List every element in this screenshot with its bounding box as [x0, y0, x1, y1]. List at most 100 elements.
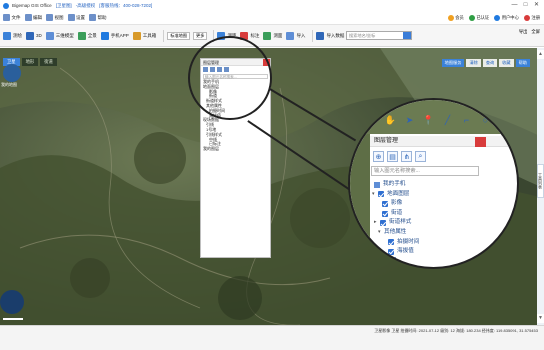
help-button[interactable]: 帮助	[515, 59, 530, 67]
tool-label: 全景	[87, 32, 97, 38]
3d-button[interactable]: 3D	[26, 31, 42, 40]
menu-label: 设置	[76, 14, 85, 20]
mobile-app-button[interactable]: 手机APP	[100, 31, 129, 40]
fullscreen-button[interactable]: 全屏	[531, 29, 540, 35]
tree-icon[interactable]: ⋔	[401, 151, 412, 162]
query-button[interactable]: 查询	[482, 59, 498, 67]
search-input[interactable]: 搜索地名/坐标	[346, 31, 412, 40]
toolbox-button[interactable]: 工具箱	[132, 31, 157, 40]
row-label: 街道样式	[389, 219, 412, 226]
pin-icon[interactable]: 📍	[422, 115, 435, 126]
close-icon[interactable]	[475, 137, 486, 147]
vip-button[interactable]: 会员	[447, 15, 464, 21]
tree-row-altitude[interactable]: 海拔值	[372, 247, 512, 257]
line-icon[interactable]: ╱	[441, 115, 454, 126]
app-edition: -高级授权	[75, 2, 96, 8]
app-logo-icon	[3, 2, 9, 9]
search-icon[interactable]: ⌕	[415, 151, 426, 162]
import-data-button[interactable]: 导入数据	[316, 31, 344, 40]
model-button[interactable]: 三维模型	[45, 31, 74, 40]
tool-list-tab[interactable]: 工具列表	[537, 164, 544, 198]
map-service-button[interactable]: 地图服务	[441, 59, 465, 67]
checkbox-icon[interactable]	[380, 220, 386, 227]
tree-row-imagery[interactable]: 影像	[372, 199, 512, 209]
tree-row-street[interactable]: 街道	[372, 209, 512, 219]
zoom-magnifier: ✋ ➤ 📍 ╱ ⌐ ○ ▢ 图层管理 ⊕ ▤ ⋔ ⌕ 输入图元名称搜索... 我…	[348, 98, 519, 269]
help-icon	[89, 14, 96, 21]
draw-toolbar: ✋ ➤ 📍 ╱ ⌐ ○ ▢	[370, 112, 517, 128]
tree-row-my-phone[interactable]: 我的手机	[372, 180, 512, 190]
tool-label: 手机APP	[110, 32, 129, 38]
checkbox-icon[interactable]	[378, 191, 384, 198]
folder-icon[interactable]: ▤	[387, 151, 398, 162]
tool-label: 三维模型	[55, 32, 74, 38]
tree-row-street-style[interactable]: ▸ 街道样式	[372, 218, 512, 228]
hand-icon[interactable]: ✋	[384, 115, 397, 126]
tree-row-field-data[interactable]: 现场数据	[372, 257, 512, 267]
add-layer-icon[interactable]: ⊕	[373, 151, 384, 162]
close-button[interactable]: ✕	[531, 0, 542, 11]
menu-file[interactable]: 文件	[3, 14, 21, 21]
gear-icon	[67, 14, 75, 21]
user-center-button[interactable]: 用户中心	[494, 15, 519, 21]
account-area: 会员 已认证 用户中心 注册	[443, 11, 540, 25]
menu-help[interactable]: 帮助	[89, 14, 107, 21]
app-name: Bigemap GIS Office	[12, 3, 52, 8]
measure-area-button[interactable]: 测面	[263, 31, 282, 40]
phone-icon	[100, 31, 109, 40]
checkbox-icon[interactable]	[382, 210, 388, 217]
menu-settings[interactable]: 设置	[67, 14, 85, 21]
tree-row-other-attrs[interactable]: ▾ 其他属性	[372, 228, 512, 238]
clear-button[interactable]: 清除	[466, 59, 481, 67]
rectangle-icon[interactable]: ▢	[498, 115, 511, 126]
menu-label: 编辑	[33, 14, 42, 20]
menu-view[interactable]: 视图	[46, 14, 64, 21]
layer-search-input[interactable]: 输入图元名称搜索...	[371, 166, 479, 176]
menu-edit[interactable]: 编辑	[24, 14, 42, 21]
favorite-button[interactable]: 收藏	[499, 59, 514, 67]
chevron-up-icon[interactable]: ▲	[537, 50, 544, 59]
map-type-select[interactable]: 标准地图	[167, 31, 191, 40]
tool-label: 测绘	[13, 32, 22, 38]
checkbox-icon[interactable]	[388, 239, 394, 246]
circle-icon[interactable]: ○	[479, 115, 492, 125]
list-item[interactable]: 我的图层	[203, 146, 270, 152]
more-select[interactable]: 更多	[193, 31, 208, 40]
checkbox-icon[interactable]	[382, 200, 388, 207]
tool-label: 3D	[36, 33, 42, 38]
register-button[interactable]: 注册	[523, 15, 540, 21]
survey-button[interactable]: 测绘	[3, 31, 22, 40]
data-icon	[316, 31, 325, 40]
support-line: [客服热线：400-028-7202]	[99, 2, 153, 8]
verified-icon	[468, 15, 475, 21]
maximize-button[interactable]: □	[520, 0, 531, 11]
tool-label: 工具箱	[142, 32, 157, 38]
pointer-icon[interactable]: ➤	[403, 115, 416, 126]
export-button[interactable]: 导出	[519, 29, 528, 35]
3d-icon	[26, 31, 34, 40]
status-bar: 卫星影像 卫星 拍摄时间: 2021-07-12 级别: 12 海拔: 180.…	[0, 325, 544, 350]
tree-row-shoot-time[interactable]: 拍摄时间	[372, 238, 512, 248]
panorama-button[interactable]: 全景	[77, 31, 97, 40]
checkbox-icon[interactable]	[388, 248, 394, 255]
folder-icon	[374, 181, 380, 188]
earth-icon[interactable]	[3, 64, 21, 82]
zoom-panel-tools: ⊕ ▤ ⋔ ⌕	[370, 150, 517, 163]
view-icon	[46, 14, 53, 21]
minimize-button[interactable]: —	[509, 0, 520, 11]
tree-row-ground-layer[interactable]: ▾ 地面图层	[372, 190, 512, 200]
chevron-down-icon[interactable]: ▼	[537, 314, 544, 323]
tab-terrain[interactable]: 地形	[21, 58, 39, 66]
toolbox-icon	[132, 31, 141, 40]
polyline-icon[interactable]: ⌐	[460, 115, 473, 125]
toolbar-right: 导出 全屏	[515, 29, 540, 35]
layer-tree: 我的手机 ▾ 地面图层 影像 街道 ▸ 街道样式 ▾ 其他属性 拍摄时间 海拔值 现场…	[372, 180, 512, 267]
verified-button[interactable]: 已认证	[468, 15, 489, 21]
row-label: 海拔值	[397, 248, 414, 255]
tab-street[interactable]: 街道	[40, 58, 57, 66]
search-icon[interactable]	[403, 32, 411, 39]
import-button[interactable]: 导入	[286, 31, 305, 40]
title-bar: Bigemap GIS Office [卫星图] -高级授权 [客服热线：400…	[0, 0, 544, 11]
overview-globe[interactable]	[0, 290, 24, 314]
window-controls: — □ ✕	[509, 0, 542, 11]
